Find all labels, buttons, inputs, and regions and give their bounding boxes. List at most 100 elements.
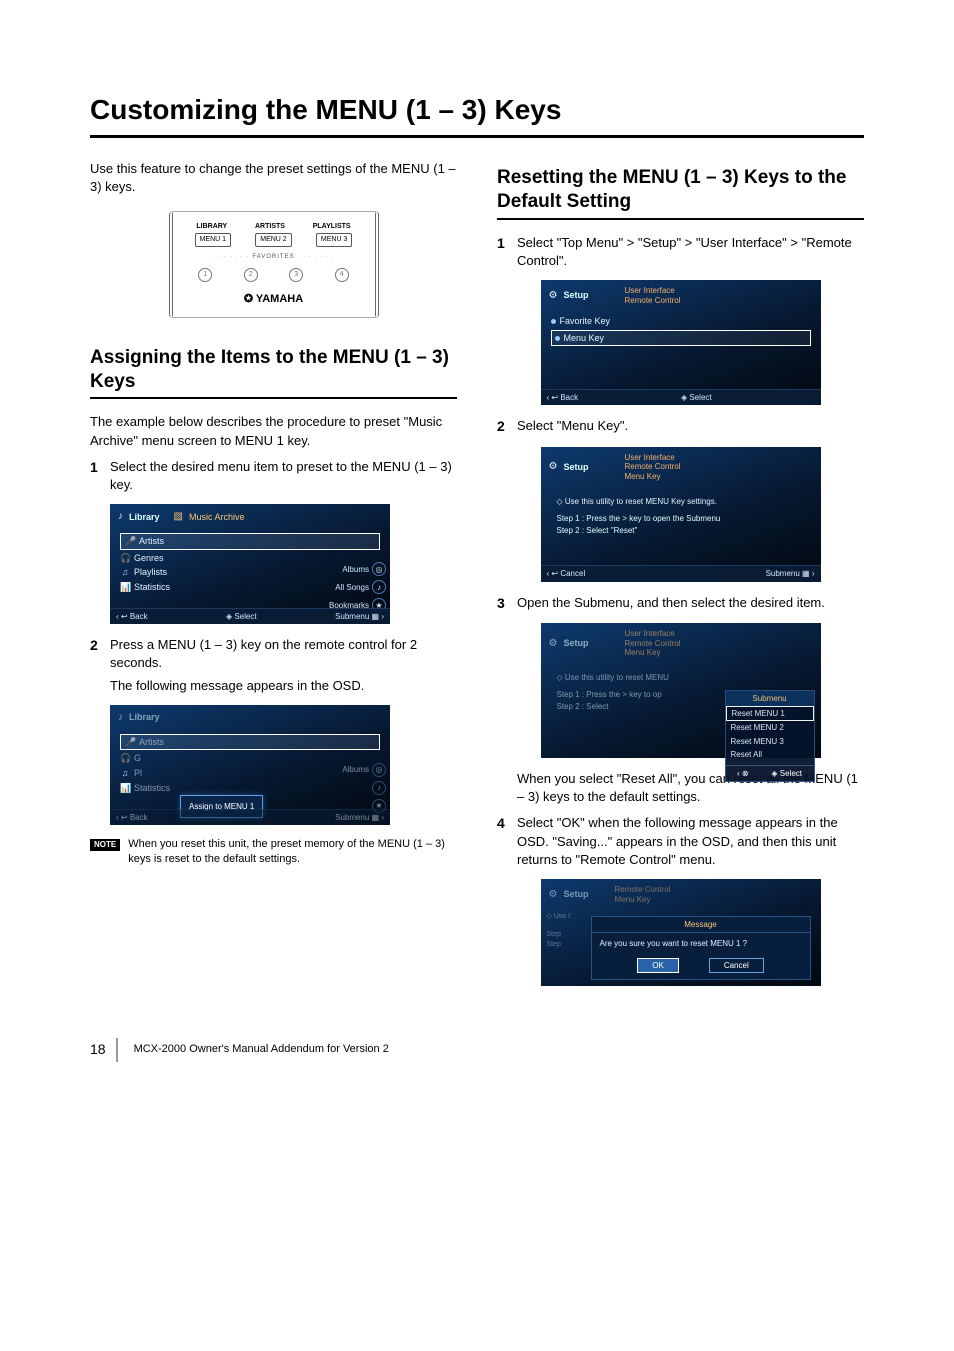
footer-text: MCX-2000 Owner's Manual Addendum for Ver…: [134, 1042, 389, 1057]
favorite-1-button[interactable]: 1: [198, 268, 212, 282]
artist-icon: 🎤: [125, 535, 135, 548]
panel-select[interactable]: ◈ Select: [771, 768, 802, 779]
instr-step: Step 1 : Press the > key to open the Sub…: [557, 513, 811, 525]
footer-submenu[interactable]: Submenu ▦ ›: [335, 611, 384, 622]
message-text: Are you sure you want to reset MENU 1 ?: [592, 933, 810, 951]
message-dialog: Message Are you sure you want to reset M…: [591, 916, 811, 980]
reset-step3: Open the Submenu, and then select the de…: [517, 594, 864, 614]
playlist-icon: ♫: [120, 566, 130, 579]
menu2-button[interactable]: MENU 2: [255, 233, 291, 247]
footer-back: ‹ ↩ Back: [116, 812, 148, 823]
page-title: Customizing the MENU (1 – 3) Keys: [90, 90, 864, 138]
submenu-item[interactable]: Reset MENU 2: [726, 721, 814, 734]
note-text: When you reset this unit, the preset mem…: [128, 837, 457, 868]
assign-heading: Assigning the Items to the MENU (1 – 3) …: [90, 346, 457, 400]
assign-step2a: Press a MENU (1 – 3) key on the remote c…: [110, 636, 457, 672]
osd-setup2-screenshot: ⚙ Setup User Interface Remote Control Me…: [541, 447, 821, 582]
reset-step1: Select "Top Menu" > "Setup" > "User Inte…: [517, 234, 864, 270]
osd-setup1-screenshot: ⚙ Setup User Interface Remote Control Fa…: [541, 280, 821, 405]
brand-logo: YAMAHA: [183, 292, 365, 307]
footer-back[interactable]: ‹ ↩ Back: [116, 611, 148, 622]
footer-cancel[interactable]: ‹ ↩ Cancel: [547, 568, 586, 579]
submenu-item[interactable]: Reset MENU 1: [726, 706, 814, 721]
osd-assign-screenshot: ♪ Library 🎤Artists 🎧G ♫Pl 📊Statistics Al…: [110, 705, 390, 825]
breadcrumb: Setup: [563, 461, 588, 474]
favorites-label: FAVORITES: [183, 253, 365, 261]
list-item: Pl: [134, 767, 142, 780]
step-number: 1: [90, 458, 110, 494]
panel-back-icon[interactable]: ‹ ⊗: [737, 768, 749, 779]
page-number: 18: [90, 1040, 106, 1060]
right-column: Resetting the MENU (1 – 3) Keys to the D…: [497, 160, 864, 998]
breadcrumb: Remote Control: [624, 296, 680, 306]
setup-icon: ⚙: [549, 460, 558, 474]
list-item[interactable]: Genres: [134, 552, 164, 565]
step-number: 4: [497, 814, 517, 869]
breadcrumb: Music Archive: [189, 511, 245, 524]
list-item[interactable]: Playlists: [134, 566, 167, 579]
helper-text: Use this utility to reset MENU Key setti…: [565, 497, 717, 506]
left-column: Use this feature to change the preset se…: [90, 160, 457, 998]
osd-confirm-screenshot: ⚙ Setup Remote Control Menu Key ◇ Use t …: [541, 879, 821, 986]
list-item: Artists: [139, 736, 164, 749]
breadcrumb: Remote Control: [624, 462, 680, 472]
breadcrumb: Menu Key: [624, 472, 680, 482]
genre-icon: 🎧: [120, 552, 130, 565]
favorite-3-button[interactable]: 3: [289, 268, 303, 282]
footer-back[interactable]: ‹ ↩ Back: [547, 392, 579, 403]
remote-label: ARTISTS: [255, 222, 285, 232]
message-header: Message: [592, 917, 810, 933]
assign-step1: Select the desired menu item to preset t…: [110, 458, 457, 494]
reset-step2: Select "Menu Key".: [517, 417, 864, 437]
note-badge: NOTE: [90, 839, 120, 851]
osd-submenu-screenshot: ⚙ Setup User Interface Remote Control Me…: [541, 623, 821, 758]
ok-button[interactable]: OK: [637, 958, 679, 973]
step-number: 2: [90, 636, 110, 672]
disc-icon: ◎: [372, 562, 386, 576]
submenu-panel: Submenu Reset MENU 1 Reset MENU 2 Reset …: [725, 690, 815, 782]
setup-icon: ⚙: [549, 888, 558, 902]
footer-select[interactable]: ◈ Select: [226, 611, 257, 622]
remote-diagram: LIBRARY ARTISTS PLAYLISTS MENU 1 MENU 2 …: [169, 211, 379, 318]
instr-step: Step 2 : Select "Reset": [557, 525, 811, 537]
list-item: Statistics: [134, 782, 170, 795]
cancel-button[interactable]: Cancel: [709, 958, 764, 973]
breadcrumb: Setup: [563, 289, 588, 302]
menu3-button[interactable]: MENU 3: [316, 233, 352, 247]
archive-icon: ▧: [174, 510, 183, 524]
assign-lead: The example below describes the procedur…: [90, 413, 457, 449]
breadcrumb: User Interface: [624, 286, 680, 296]
submenu-item[interactable]: Reset MENU 3: [726, 735, 814, 748]
footer-submenu[interactable]: Submenu ▦ ›: [766, 568, 815, 579]
assign-step2b: The following message appears in the OSD…: [110, 677, 457, 695]
breadcrumb: Library: [129, 511, 160, 524]
reset-heading: Resetting the MENU (1 – 3) Keys to the D…: [497, 166, 864, 220]
step-number: 3: [497, 594, 517, 614]
list-item[interactable]: Favorite Key: [560, 315, 611, 328]
divider: [116, 1038, 118, 1062]
breadcrumb: Setup: [563, 637, 588, 650]
right-item: Albums: [342, 564, 369, 575]
setup-icon: ⚙: [549, 289, 558, 303]
submenu-header: Submenu: [726, 691, 814, 706]
stats-icon: 📊: [120, 581, 130, 594]
breadcrumb: User Interface: [624, 453, 680, 463]
remote-label: LIBRARY: [196, 222, 227, 232]
step-number: 1: [497, 234, 517, 270]
list-item: G: [134, 752, 141, 765]
favorite-4-button[interactable]: 4: [335, 268, 349, 282]
menu1-button[interactable]: MENU 1: [195, 233, 231, 247]
footer-submenu: Submenu ▦ ›: [335, 812, 384, 823]
library-icon: ♪: [118, 510, 123, 524]
intro-text: Use this feature to change the preset se…: [90, 160, 457, 196]
breadcrumb: Library: [129, 711, 160, 724]
remote-label: PLAYLISTS: [313, 222, 351, 232]
list-item[interactable]: Menu Key: [564, 332, 605, 345]
list-item[interactable]: Statistics: [134, 581, 170, 594]
submenu-item[interactable]: Reset All: [726, 748, 814, 761]
footer-select[interactable]: ◈ Select: [681, 392, 712, 403]
favorite-2-button[interactable]: 2: [244, 268, 258, 282]
note-icon: ♪: [372, 580, 386, 594]
list-item[interactable]: Artists: [139, 535, 164, 548]
reset-step4: Select "OK" when the following message a…: [517, 814, 864, 869]
